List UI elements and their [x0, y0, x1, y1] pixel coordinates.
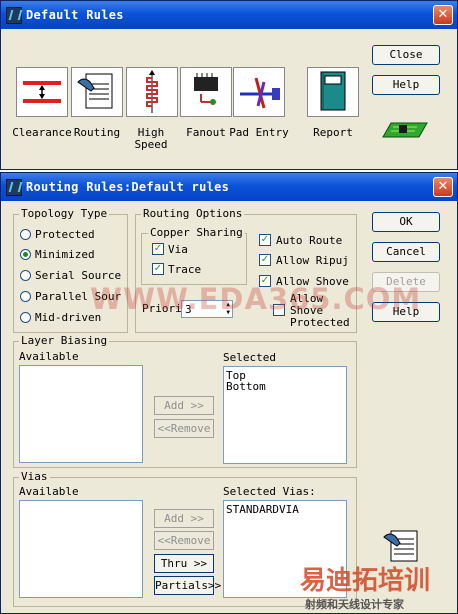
routing-rules-window: Routing Rules:Default rules ✕ Topology T…	[0, 172, 458, 614]
trace-checkbox[interactable]: ✓	[152, 263, 164, 275]
partials-button[interactable]: Partials>>	[154, 576, 221, 595]
high-speed-icon	[146, 70, 158, 113]
pad-entry-tool-button[interactable]	[233, 67, 285, 117]
list-item[interactable]: STANDARDVIA	[224, 504, 346, 515]
routing-label: Routing	[73, 126, 121, 139]
copper-sharing-group	[141, 233, 247, 285]
vias-available-label: Available	[19, 485, 79, 498]
fanout-icon	[194, 73, 218, 105]
topology-minimized-radio[interactable]	[20, 249, 31, 260]
vias-add-button[interactable]: Add >>	[154, 509, 214, 528]
clearance-tool-button[interactable]	[16, 67, 68, 117]
topology-protected-radio[interactable]	[20, 229, 31, 240]
allow-ripup-label: Allow Ripuj	[276, 254, 349, 267]
layer-available-list[interactable]	[19, 365, 143, 463]
auto-route-label: Auto Route	[276, 234, 343, 247]
window-title: Default Rules	[26, 8, 124, 22]
vias-label: Vias	[19, 470, 50, 483]
trace-label: Trace	[168, 263, 202, 276]
auto-route-checkbox[interactable]: ✓	[259, 234, 271, 246]
topology-type-label: Topology Type	[19, 207, 110, 220]
watermark-brand: 易迪拓培训	[300, 566, 431, 596]
copper-sharing-label: Copper Sharing	[148, 226, 245, 239]
topology-serial-source-label: Serial Source	[35, 269, 122, 282]
layer-available-label: Available	[19, 350, 79, 363]
report-tool-button[interactable]	[307, 67, 359, 117]
pad-entry-icon	[240, 77, 280, 109]
list-item[interactable]: Bottom	[224, 381, 346, 392]
layer-selected-label: Selected	[223, 351, 276, 364]
pad-entry-label: Pad Entry	[229, 126, 289, 139]
via-checkbox[interactable]: ✓	[152, 243, 164, 255]
routing-icon	[383, 530, 418, 562]
layer-remove-button[interactable]: <<Remove	[154, 419, 214, 438]
vias-available-list[interactable]	[19, 500, 143, 598]
layer-add-button[interactable]: Add >>	[154, 396, 214, 415]
via-label: Via	[168, 243, 188, 256]
high-speed-tool-button[interactable]	[126, 67, 178, 117]
topology-parallel-source-radio[interactable]	[20, 291, 31, 302]
report-icon	[320, 71, 346, 111]
help-button[interactable]: Help	[372, 75, 440, 95]
routing-tool-button[interactable]	[71, 67, 123, 117]
layer-selected-list[interactable]: Top Bottom	[223, 366, 347, 464]
default-rules-window: Default Rules ✕ Close Help Clearance Rou…	[0, 0, 458, 170]
thru-button[interactable]: Thru >>	[154, 554, 214, 573]
app-icon	[6, 7, 22, 24]
app-icon	[6, 179, 22, 196]
routing-icon	[77, 73, 113, 109]
default-rules-titlebar[interactable]: Default Rules ✕	[1, 1, 457, 29]
routing-rules-titlebar[interactable]: Routing Rules:Default rules ✕	[1, 173, 457, 201]
fanout-tool-button[interactable]	[180, 67, 232, 117]
close-button[interactable]: Close	[372, 45, 440, 65]
window-title: Routing Rules:Default rules	[26, 180, 230, 194]
close-icon[interactable]: ✕	[433, 5, 453, 25]
fanout-label: Fanout	[186, 126, 226, 139]
selected-vias-label: Selected Vias:	[223, 485, 316, 498]
topology-serial-source-radio[interactable]	[20, 270, 31, 281]
vias-remove-button[interactable]: <<Remove	[154, 531, 214, 550]
allow-ripup-checkbox[interactable]: ✓	[259, 254, 271, 266]
close-icon[interactable]: ✕	[433, 177, 453, 197]
clearance-label: Clearance	[12, 126, 72, 139]
ok-button[interactable]: OK	[372, 212, 440, 232]
report-label: Report	[313, 126, 353, 139]
clearance-icon	[23, 81, 61, 103]
layer-biasing-label: Layer Biasing	[19, 334, 110, 347]
cancel-button[interactable]: Cancel	[372, 242, 440, 262]
high-speed-label: High Speed	[134, 126, 168, 151]
watermark-site: WWW.EDA365.COM	[90, 282, 422, 316]
pcb-board-icon	[382, 122, 428, 138]
routing-options-label: Routing Options	[141, 207, 245, 220]
topology-mid-driven-radio[interactable]	[20, 312, 31, 323]
topology-protected-label: Protected	[35, 228, 95, 241]
watermark-tagline: 射频和天线设计专家	[305, 598, 404, 611]
topology-minimized-label: Minimized	[35, 248, 95, 261]
